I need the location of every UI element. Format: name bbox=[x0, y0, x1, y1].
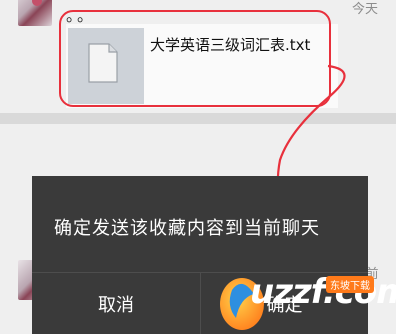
watermark-brand: uzzf.com bbox=[250, 272, 396, 312]
cancel-button[interactable]: 取消 bbox=[32, 273, 200, 334]
watermark-badge: 东坡下载 bbox=[326, 276, 374, 293]
dialog-message: 确定发送该收藏内容到当前聊天 bbox=[54, 218, 320, 239]
